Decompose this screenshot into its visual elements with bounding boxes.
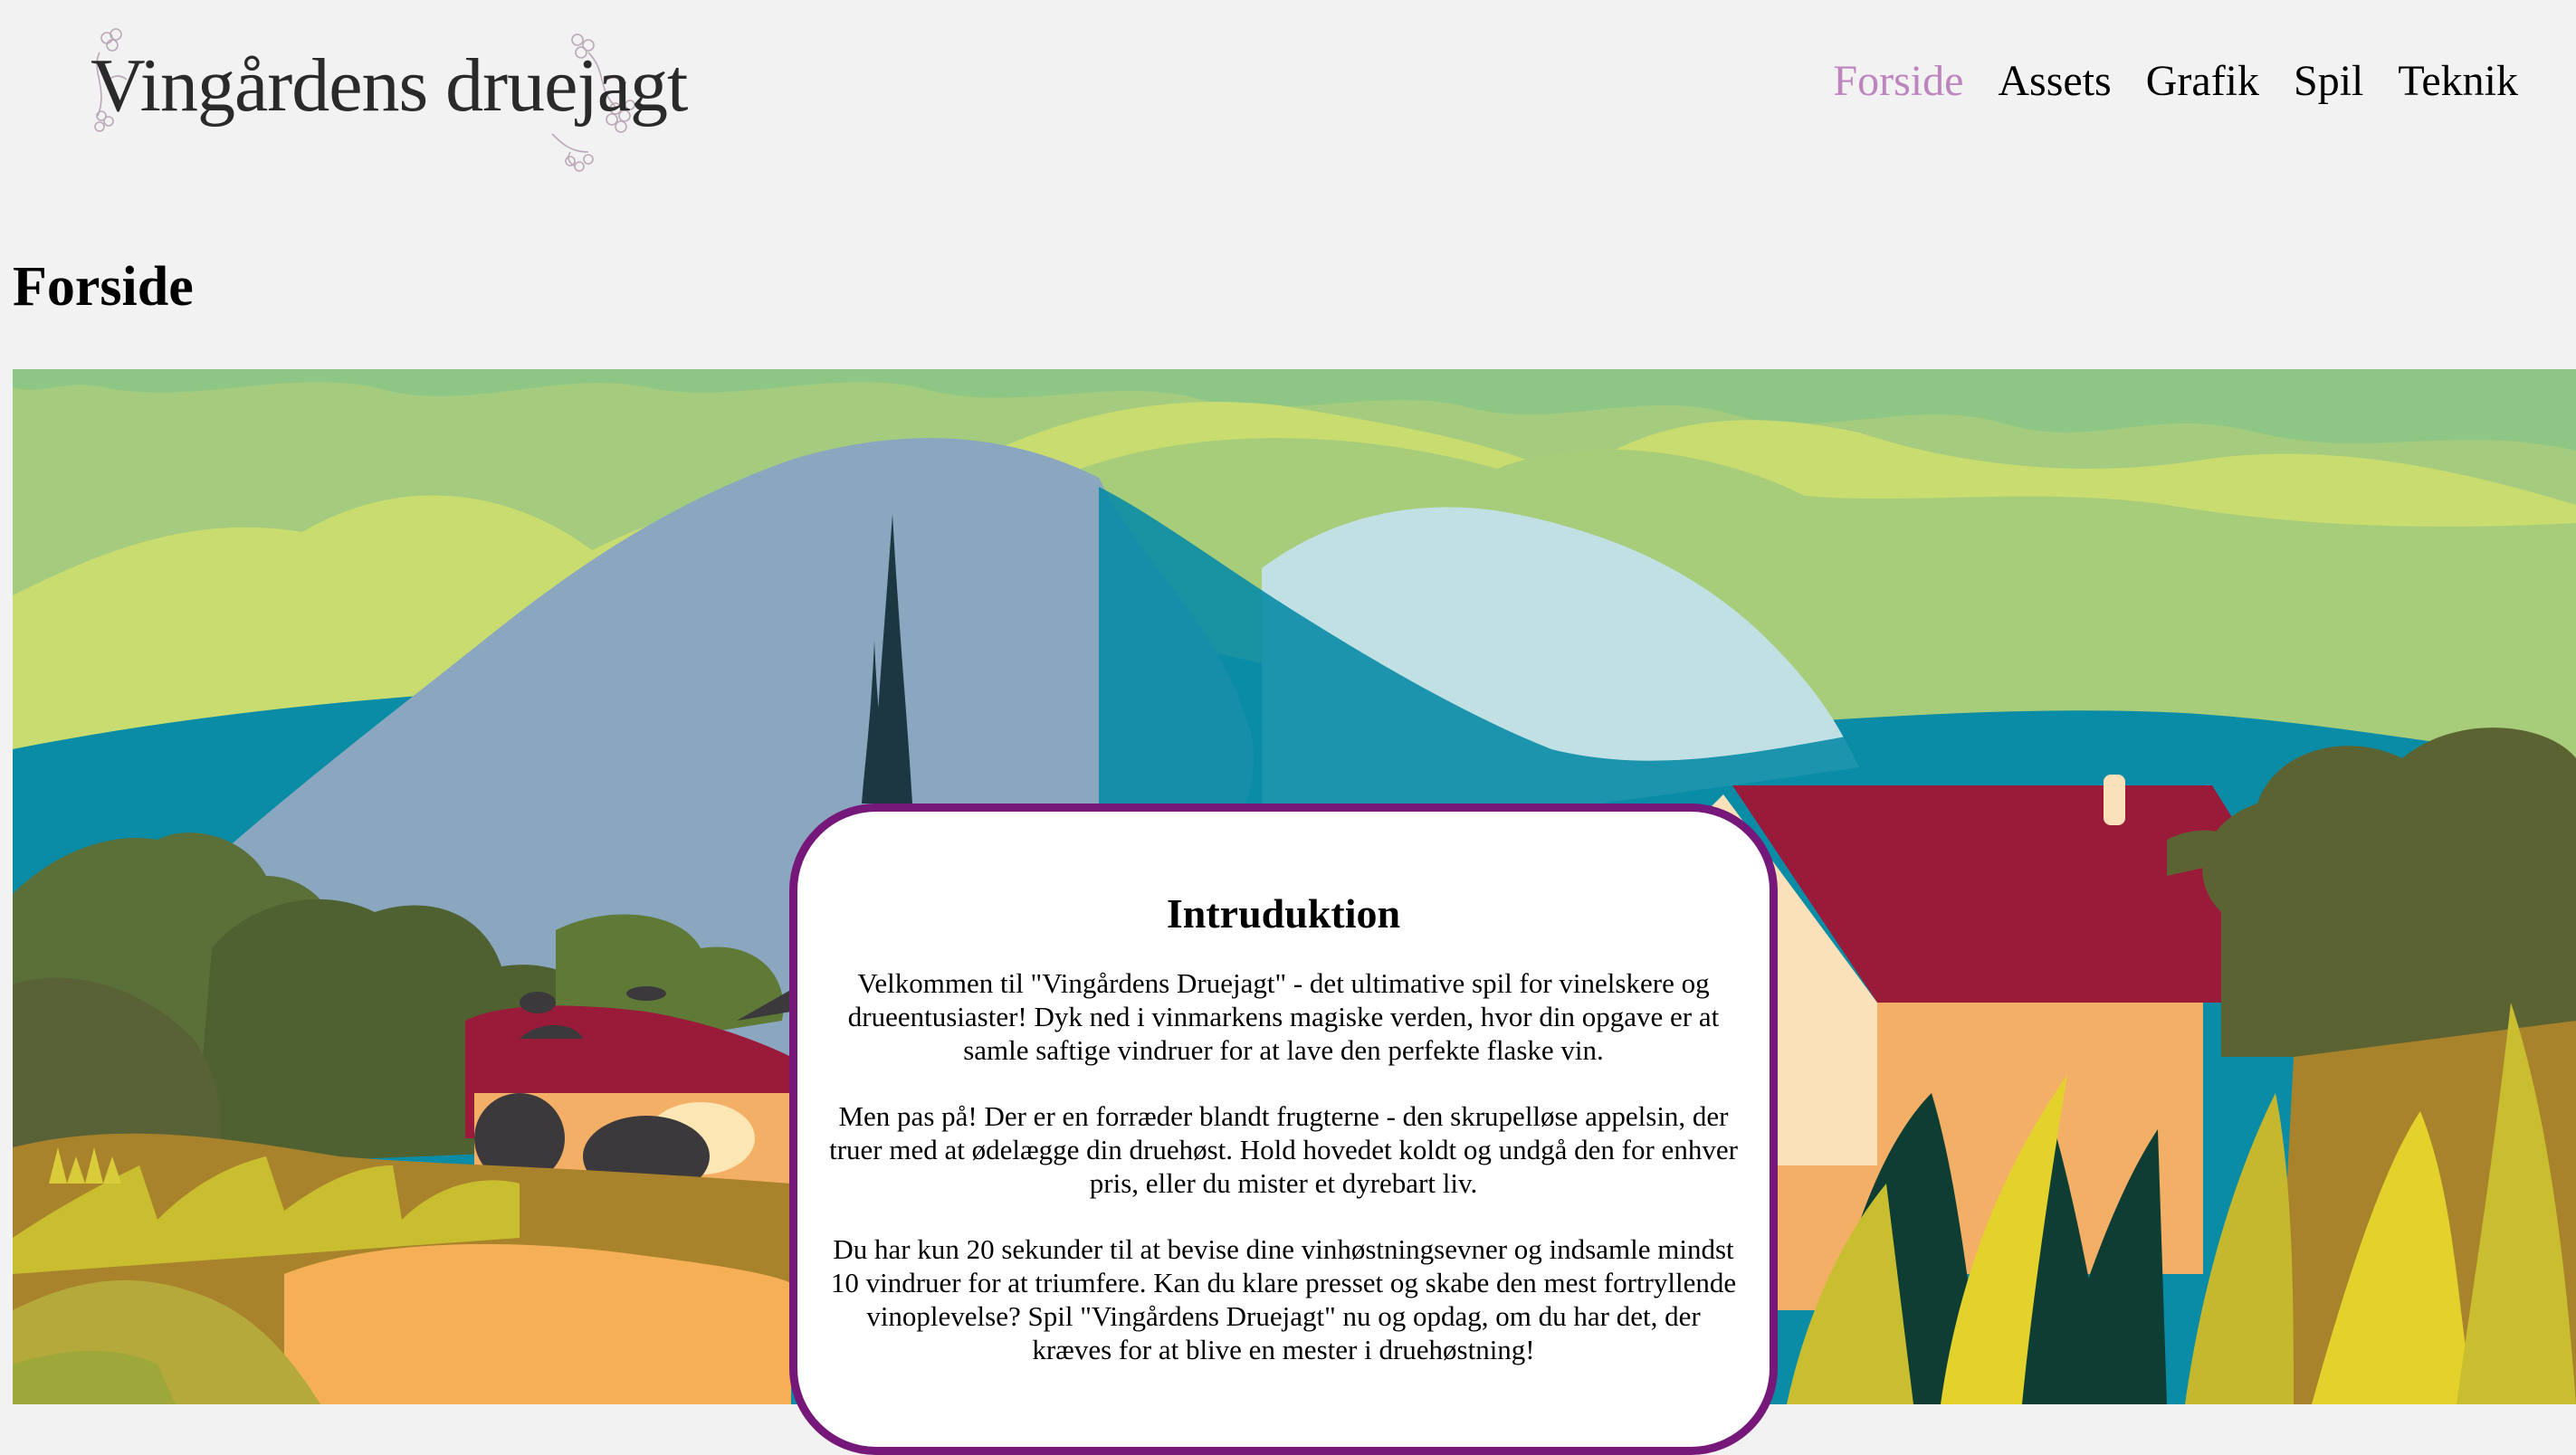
logo-text: Vingårdens druejagt: [91, 43, 688, 128]
intro-card: Intruduktion Velkommen til "Vingårdens D…: [789, 804, 1778, 1455]
intro-paragraph-1: Velkommen til "Vingårdens Druejagt" - de…: [847, 967, 1720, 1066]
nav-item-spil[interactable]: Spil: [2294, 56, 2363, 106]
page-title: Forside: [13, 256, 194, 318]
nav-item-teknik[interactable]: Teknik: [2398, 56, 2518, 106]
intro-paragraph-2: Men pas på! Der er en forræder blandt fr…: [829, 1100, 1738, 1199]
main-nav: Forside Assets Grafik Spil Teknik: [1833, 56, 2518, 106]
site-logo[interactable]: Vingårdens druejagt: [81, 25, 688, 179]
intro-paragraph-3: Du har kun 20 sekunder til at bevise din…: [830, 1233, 1737, 1365]
site-header: Vingårdens druejagt Forside Assets Grafi…: [0, 0, 2576, 181]
nav-item-forside[interactable]: Forside: [1833, 56, 1963, 106]
intro-heading: Intruduktion: [1166, 890, 1401, 937]
nav-item-assets[interactable]: Assets: [1998, 56, 2111, 106]
nav-item-grafik[interactable]: Grafik: [2146, 56, 2259, 106]
